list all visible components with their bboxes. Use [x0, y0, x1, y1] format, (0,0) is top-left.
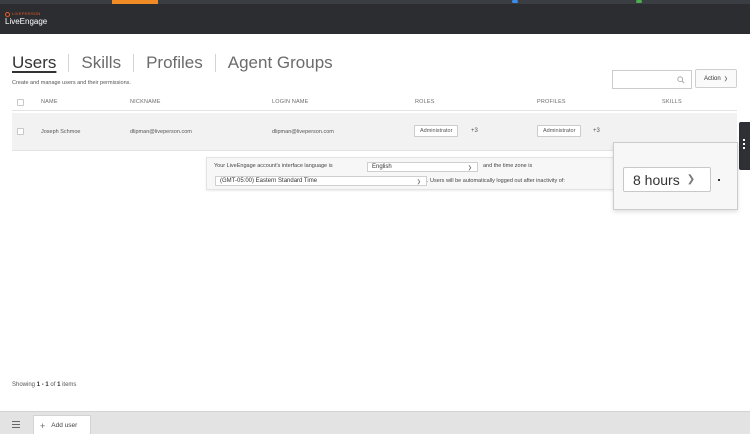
row-checkbox[interactable]	[17, 128, 24, 135]
action-dropdown-button[interactable]: Action ❯	[695, 69, 737, 88]
language-value: English	[372, 164, 392, 170]
select-all-checkbox[interactable]	[17, 99, 24, 106]
user-name[interactable]: Joseph Schmoe	[41, 129, 80, 135]
status-dot-blue	[512, 0, 518, 3]
showing-total: 1	[57, 382, 61, 388]
timezone-prefix-text: and the time zone is	[483, 163, 533, 169]
column-header-roles[interactable]: ROLES	[415, 99, 435, 105]
tab-profiles[interactable]: Profiles	[133, 54, 215, 72]
inactivity-timeout-popover: 8 hours ❯	[613, 142, 738, 210]
chevron-down-icon: ❯	[467, 165, 472, 171]
showing-suffix: items	[62, 382, 77, 388]
column-header-name[interactable]: NAME	[41, 99, 58, 105]
showing-of: of	[50, 382, 56, 388]
inactivity-text: . Users will be automatically logged out…	[427, 178, 565, 184]
more-roles-count[interactable]: +3	[471, 128, 478, 134]
timezone-value: (GMT-05:00) Eastern Standard Time	[220, 178, 318, 184]
account-settings-panel: Your LiveEngage account's interface lang…	[206, 157, 618, 190]
role-badge: Administrator	[414, 125, 459, 137]
page-subtitle: Create and manage users and their permis…	[12, 80, 131, 86]
more-profiles-count[interactable]: +3	[593, 128, 600, 134]
logo-brand-small: LIVEPERSON	[12, 11, 41, 16]
timezone-select[interactable]: (GMT-05:00) Eastern Standard Time ❯	[215, 176, 427, 186]
inactivity-hours-select[interactable]: 8 hours ❯	[623, 167, 711, 192]
more-vertical-icon	[743, 139, 745, 151]
column-header-nickname[interactable]: NICKNAME	[130, 99, 161, 105]
status-dot-green	[636, 0, 642, 3]
chevron-down-icon: ❯	[416, 179, 421, 185]
language-prefix-text: Your LiveEngage account's interface lang…	[214, 163, 333, 169]
search-icon[interactable]	[677, 76, 685, 84]
user-login-name: dlipman@liveperson.com	[272, 129, 334, 135]
items-count: Showing 1 - 1 of 1 items	[12, 382, 76, 388]
plus-icon: +	[40, 420, 46, 431]
user-nickname: dlipman@liveperson.com	[130, 129, 192, 135]
bottom-toolbar: + Add user	[0, 411, 750, 434]
tab-agent-groups[interactable]: Agent Groups	[214, 54, 345, 72]
add-user-button[interactable]: + Add user	[33, 415, 91, 434]
profile-badge: Administrator	[537, 125, 582, 137]
chevron-down-icon: ❯	[686, 174, 696, 185]
add-user-label: Add user	[51, 422, 78, 429]
column-header-profiles[interactable]: PROFILES	[537, 99, 566, 105]
action-label: Action	[704, 75, 721, 82]
search-input[interactable]	[612, 70, 692, 89]
showing-prefix: Showing	[12, 382, 36, 388]
section-tabs: Users Skills Profiles Agent Groups	[12, 52, 345, 72]
users-table-header: NAME NICKNAME LOGIN NAME ROLES PROFILES …	[12, 95, 737, 111]
side-panel-toggle[interactable]	[739, 122, 750, 170]
period-mark	[718, 179, 720, 181]
hamburger-menu-icon[interactable]	[12, 421, 20, 430]
logo-brand-text: LiveEngage	[5, 17, 48, 26]
column-header-login-name[interactable]: LOGIN NAME	[272, 99, 309, 105]
column-header-skills[interactable]: SKILLS	[662, 99, 682, 105]
hours-value: 8 hours	[633, 171, 680, 188]
tab-skills[interactable]: Skills	[68, 54, 133, 72]
app-header: LIVEPERSON LiveEngage	[0, 4, 750, 34]
language-select[interactable]: English ❯	[367, 162, 478, 172]
tab-users[interactable]: Users	[12, 54, 68, 72]
showing-range: 1 - 1	[36, 382, 49, 388]
chevron-down-icon: ❯	[723, 75, 728, 82]
